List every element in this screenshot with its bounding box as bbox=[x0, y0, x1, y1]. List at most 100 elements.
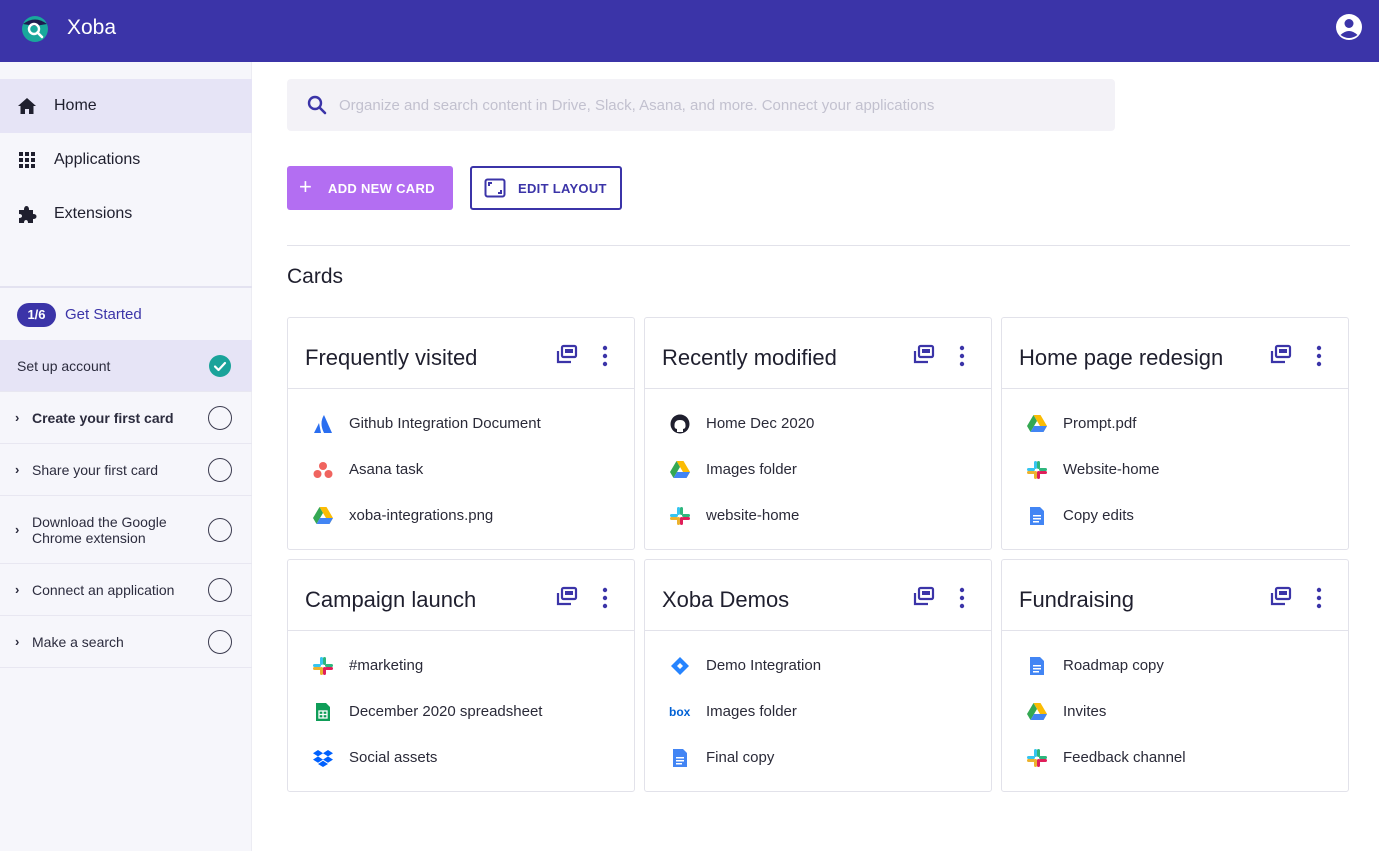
card-item-label: Images folder bbox=[706, 461, 797, 478]
step-label: Create your first card bbox=[32, 410, 174, 426]
open-all-icon[interactable] bbox=[912, 344, 936, 366]
card-item[interactable]: Prompt.pdf bbox=[1026, 412, 1336, 436]
add-new-card-button[interactable]: + ADD NEW CARD bbox=[287, 166, 453, 210]
empty-circle-icon bbox=[208, 406, 232, 430]
google-drive-icon bbox=[1026, 414, 1048, 434]
google-drive-icon bbox=[1026, 702, 1048, 722]
card-title: Fundraising bbox=[1019, 587, 1134, 612]
puzzle-icon bbox=[19, 206, 37, 223]
step-label-line1: Download the Google bbox=[32, 514, 167, 530]
card-item[interactable]: Invites bbox=[1026, 700, 1336, 724]
card-item[interactable]: Images folder bbox=[669, 458, 979, 482]
card-item-label: December 2020 spreadsheet bbox=[349, 703, 543, 720]
xoba-logo-icon[interactable] bbox=[20, 13, 50, 43]
card-item[interactable]: xoba-integrations.png bbox=[312, 504, 622, 528]
card-item-label: Social assets bbox=[349, 749, 438, 766]
sidebar-item-applications[interactable]: Applications bbox=[0, 133, 252, 187]
card-item[interactable]: Asana task bbox=[312, 458, 622, 482]
card-item[interactable]: Demo Integration bbox=[669, 654, 979, 678]
sidebar-item-home[interactable]: Home bbox=[0, 79, 252, 133]
card-item-label: Prompt.pdf bbox=[1063, 415, 1137, 432]
card-item[interactable]: #marketing bbox=[312, 654, 622, 678]
card: Recently modified Home Dec 2020 Images fol… bbox=[644, 317, 992, 550]
card-item[interactable]: Home Dec 2020 bbox=[669, 412, 979, 436]
card-item-label: Home Dec 2020 bbox=[706, 415, 815, 432]
open-all-icon[interactable] bbox=[555, 344, 579, 366]
open-all-icon[interactable] bbox=[555, 586, 579, 608]
get-started-header[interactable]: 1/6 Get Started bbox=[0, 288, 252, 340]
card-item[interactable]: December 2020 spreadsheet bbox=[312, 700, 622, 724]
open-all-icon[interactable] bbox=[1269, 344, 1293, 366]
card-item[interactable]: Website-home bbox=[1026, 458, 1336, 482]
card-item[interactable]: Roadmap copy bbox=[1026, 654, 1336, 678]
card-item-label: Roadmap copy bbox=[1063, 657, 1164, 674]
step-share-first-card[interactable]: › Share your first card bbox=[0, 444, 252, 496]
cards-section-title: Cards bbox=[287, 265, 344, 288]
sidebar-item-label: Home bbox=[54, 97, 97, 114]
card-header: Campaign launch bbox=[288, 560, 634, 631]
card-item-label: Final copy bbox=[706, 749, 775, 766]
card-title: Xoba Demos bbox=[662, 587, 790, 612]
search-input[interactable] bbox=[339, 79, 1099, 131]
open-all-icon[interactable] bbox=[912, 586, 936, 608]
search-icon bbox=[307, 95, 327, 115]
edit-layout-button[interactable]: EDIT LAYOUT bbox=[470, 166, 622, 210]
top-bar: Xoba bbox=[0, 0, 1379, 62]
asana-icon bbox=[312, 460, 334, 480]
card-title: Frequently visited bbox=[305, 345, 478, 370]
empty-circle-icon bbox=[208, 518, 232, 542]
user-account-icon[interactable] bbox=[1335, 13, 1363, 41]
card: Campaign launch #marketing December 2020 s… bbox=[287, 559, 635, 792]
github-icon bbox=[669, 414, 691, 434]
more-vertical-icon[interactable] bbox=[1307, 587, 1331, 609]
card-item-label: xoba-integrations.png bbox=[349, 507, 494, 524]
card-item[interactable]: Github Integration Document bbox=[312, 412, 622, 436]
card-header: Recently modified bbox=[645, 318, 991, 389]
svg-text:box: box bbox=[669, 705, 691, 719]
card-title: Recently modified bbox=[662, 345, 837, 370]
step-label: Connect an application bbox=[32, 582, 175, 598]
empty-circle-icon bbox=[208, 578, 232, 602]
app-title: Xoba bbox=[67, 16, 117, 39]
step-connect-application[interactable]: › Connect an application bbox=[0, 564, 252, 616]
get-started-title: Get Started bbox=[65, 306, 142, 323]
card-item[interactable]: box Images folder bbox=[669, 700, 979, 724]
more-vertical-icon[interactable] bbox=[593, 587, 617, 609]
sidebar-item-label: Extensions bbox=[54, 205, 133, 222]
card: Frequently visited Github Integration Doc… bbox=[287, 317, 635, 550]
card-item-label: Demo Integration bbox=[706, 657, 822, 674]
card-item[interactable]: Feedback channel bbox=[1026, 746, 1336, 770]
step-set-up-account[interactable]: Set up account bbox=[0, 340, 252, 392]
open-all-icon[interactable] bbox=[1269, 586, 1293, 608]
layout-frame-icon bbox=[484, 178, 506, 198]
chevron-right-icon: › bbox=[15, 634, 20, 649]
card-header: Fundraising bbox=[1002, 560, 1348, 631]
card-item[interactable]: Final copy bbox=[669, 746, 979, 770]
card-item[interactable]: website-home bbox=[669, 504, 979, 528]
progress-badge: 1/6 bbox=[17, 303, 56, 327]
more-vertical-icon[interactable] bbox=[950, 345, 974, 367]
card-item-label: Invites bbox=[1063, 703, 1107, 720]
edit-layout-label: EDIT LAYOUT bbox=[518, 181, 607, 196]
google-drive-icon bbox=[669, 460, 691, 480]
card-item[interactable]: Social assets bbox=[312, 746, 622, 770]
add-new-card-label: ADD NEW CARD bbox=[328, 181, 435, 196]
more-vertical-icon[interactable] bbox=[593, 345, 617, 367]
step-label-line2: Chrome extension bbox=[32, 530, 146, 546]
step-create-first-card[interactable]: › Create your first card bbox=[0, 392, 252, 444]
step-download-chrome-extension[interactable]: › Download the Google Chrome extension bbox=[0, 496, 252, 564]
empty-circle-icon bbox=[208, 458, 232, 482]
box-icon: box bbox=[669, 702, 691, 722]
sidebar-item-extensions[interactable]: Extensions bbox=[0, 187, 252, 241]
sidebar-item-label: Applications bbox=[54, 151, 141, 168]
more-vertical-icon[interactable] bbox=[1307, 345, 1331, 367]
google-docs-icon bbox=[1026, 506, 1048, 526]
step-make-search[interactable]: › Make a search bbox=[0, 616, 252, 668]
jira-icon bbox=[669, 656, 691, 676]
card-item[interactable]: Copy edits bbox=[1026, 504, 1336, 528]
card-item-label: Asana task bbox=[349, 461, 424, 478]
dropbox-icon bbox=[312, 748, 334, 768]
more-vertical-icon[interactable] bbox=[950, 587, 974, 609]
google-docs-icon bbox=[1026, 656, 1048, 676]
card: Xoba Demos Demo Integration box Images fold… bbox=[644, 559, 992, 792]
